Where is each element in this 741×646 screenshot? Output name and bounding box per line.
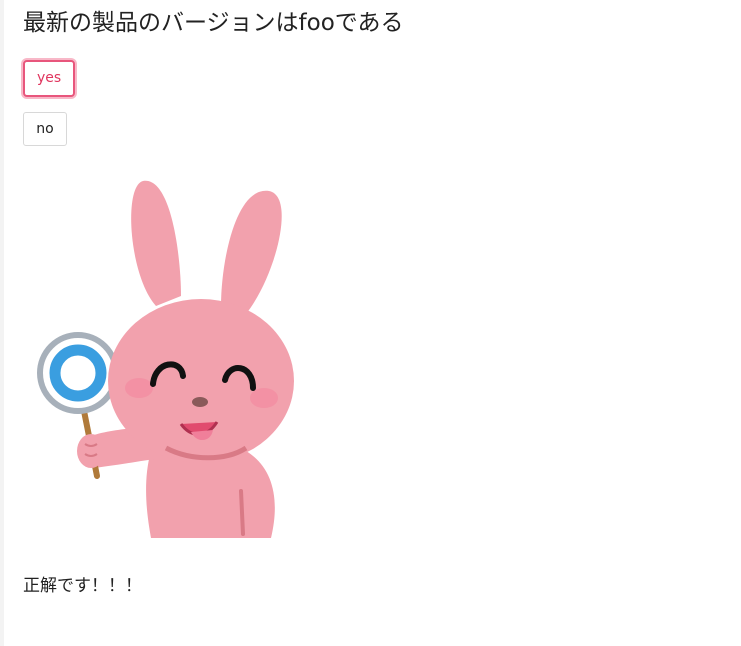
rabbit-body (146, 451, 275, 538)
no-button[interactable]: no (23, 112, 67, 146)
rabbit-right-ear (221, 190, 282, 314)
page-edge (0, 0, 4, 646)
result-message: 正解です！！！ (23, 576, 142, 596)
rabbit-nose (192, 397, 208, 407)
yes-button[interactable]: yes (23, 60, 75, 97)
quiz-content: 最新の製品のバージョンはfooである yes no 正解です！！！ (23, 8, 723, 598)
rabbit-hand (77, 434, 105, 468)
question-text: 最新の製品のバージョンはfooである (23, 10, 404, 36)
rabbit-body-line (239, 489, 245, 536)
rabbit-left-ear (131, 180, 181, 306)
rabbit-correct-illustration (37, 180, 294, 538)
